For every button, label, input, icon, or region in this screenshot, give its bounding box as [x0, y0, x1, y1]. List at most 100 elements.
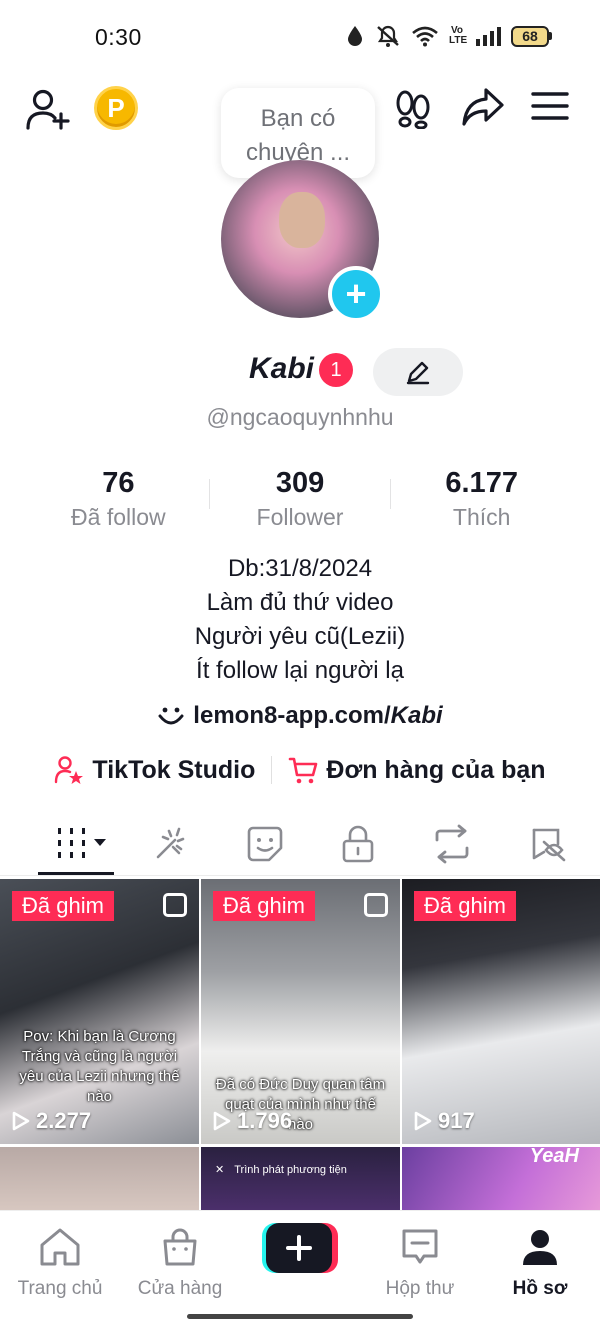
view-count: 2.277 — [12, 1108, 91, 1134]
mute-icon — [377, 25, 399, 47]
stat-followers[interactable]: 309 Follower — [210, 467, 391, 533]
stat-following[interactable]: 76 Đã follow — [28, 467, 209, 533]
nav-profile[interactable]: Hồ sơ — [480, 1227, 600, 1300]
nav-profile-label: Hồ sơ — [512, 1278, 568, 1299]
link-text: lemon8-app.com/ — [193, 702, 391, 729]
bio: Db:31/8/2024 Làm đủ thứ video Người yêu … — [0, 552, 600, 688]
profile-icon — [523, 1230, 557, 1265]
nav-shop[interactable]: Cửa hàng — [120, 1227, 240, 1300]
tiktok-studio-label: TikTok Studio — [92, 755, 256, 784]
view-count-value: 1.796 — [237, 1108, 293, 1133]
notification-badge[interactable]: 1 — [319, 353, 353, 387]
repost-arrows-icon — [435, 824, 469, 864]
view-count-value: 917 — [438, 1108, 475, 1133]
multi-item-icon — [364, 893, 388, 917]
bio-line: Db:31/8/2024 — [227, 555, 373, 582]
cart-icon — [289, 757, 318, 784]
video-thumbnail[interactable]: Đã ghim 917 — [402, 879, 600, 1144]
signal-icon — [476, 27, 501, 46]
private-icon — [342, 825, 374, 863]
video-thumbnail[interactable] — [0, 1147, 199, 1210]
volte-icon: Vo LTE — [449, 25, 468, 46]
stat-value: 76 — [102, 467, 135, 499]
quick-divider — [271, 756, 273, 784]
tab-favorites[interactable] — [235, 820, 295, 868]
name-row: Kabi 1 — [0, 348, 600, 398]
menu-icon[interactable] — [528, 86, 572, 126]
stat-label: Đã follow — [71, 504, 166, 530]
studio-user-star-icon — [55, 756, 84, 784]
tab-private[interactable] — [328, 820, 388, 868]
create-plus-icon — [262, 1223, 338, 1273]
edit-profile-button[interactable] — [373, 348, 463, 396]
view-count: 1.796 — [213, 1108, 292, 1134]
tab-reposts[interactable] — [140, 820, 200, 868]
reposts-icon — [156, 827, 185, 859]
play-icon — [414, 1111, 432, 1131]
close-icon: ✕ — [215, 1164, 225, 1176]
add-story-button[interactable]: + — [328, 266, 384, 322]
bio-line: Người yêu cũ(Lezii) — [194, 623, 406, 650]
status-bar: 0:30 Vo LTE 68 — [0, 0, 600, 76]
view-count-value: 2.277 — [36, 1108, 92, 1133]
coin-icon[interactable]: P — [94, 86, 138, 130]
footprints-icon[interactable] — [392, 86, 434, 132]
create-button[interactable] — [262, 1223, 338, 1273]
tiktok-studio-link[interactable]: TikTok Studio — [54, 755, 255, 785]
tab-repost-arrows[interactable] — [422, 820, 482, 868]
videos-grid-icon — [58, 828, 106, 858]
nav-inbox-label: Hộp thư — [385, 1278, 455, 1299]
play-icon — [12, 1111, 30, 1131]
battery-icon: 68 — [511, 25, 552, 47]
stat-label: Follower — [256, 504, 344, 530]
tab-liked[interactable] — [518, 820, 578, 868]
view-count: 917 — [414, 1108, 475, 1134]
wifi-icon — [412, 26, 438, 47]
orders-label: Đơn hàng của bạn — [326, 755, 546, 784]
nav-shop-label: Cửa hàng — [137, 1278, 223, 1299]
status-time: 0:30 — [95, 24, 142, 50]
video-caption: Pov: Khi bạn là Cương Trắng và cũng là n… — [19, 1028, 180, 1105]
liked-icon — [532, 828, 566, 862]
favorites-icon — [247, 826, 283, 862]
video-thumbnail[interactable]: Đã ghim Đã có Đức Duy quan tâm quạt của … — [201, 879, 400, 1144]
play-icon — [213, 1111, 231, 1131]
nickname: Kabi — [249, 352, 315, 385]
tab-videos[interactable] — [52, 820, 112, 868]
bio-line: Làm đủ thứ video — [206, 589, 394, 616]
link-text-suffix: Kabi — [390, 702, 443, 729]
nav-home-label: Trang chủ — [17, 1278, 103, 1299]
share-icon[interactable] — [460, 84, 506, 130]
shopping-bag-icon — [163, 1228, 197, 1266]
home-icon — [40, 1228, 80, 1266]
pinned-label: Đã ghim — [414, 891, 516, 921]
coin-letter: P — [94, 86, 138, 130]
pinned-label: Đã ghim — [213, 891, 315, 921]
username: @ngcaoquynhnhu — [206, 404, 394, 430]
nav-home[interactable]: Trang chủ — [0, 1227, 120, 1300]
media-player-text: Trình phát phương tiện — [234, 1163, 347, 1176]
pinned-label: Đã ghim — [12, 891, 114, 921]
nav-inbox[interactable]: Hộp thư — [360, 1227, 480, 1300]
stat-likes[interactable]: 6.177 Thích — [391, 467, 572, 533]
multi-item-icon — [163, 893, 187, 917]
orders-link[interactable]: Đơn hàng của bạn — [288, 755, 546, 785]
video-thumbnail[interactable]: YeaH — [402, 1147, 600, 1210]
content-tabs — [0, 812, 600, 876]
stat-value: 309 — [275, 467, 325, 499]
avatar-face — [279, 192, 325, 248]
video-thumbnail[interactable]: Đã ghim Pov: Khi bạn là Cương Trắng và c… — [0, 879, 199, 1144]
pencil-icon — [406, 361, 430, 385]
video-thumbnail[interactable]: ✕ Trình phát phương tiện — [201, 1147, 400, 1210]
inbox-icon — [402, 1229, 438, 1264]
bio-line: Ít follow lại người lạ — [196, 657, 404, 684]
bio-link[interactable]: lemon8-app.com/Kabi — [0, 702, 600, 730]
data-saver-icon — [348, 26, 362, 46]
link-smile-icon — [158, 707, 184, 725]
active-tab-indicator — [38, 872, 114, 875]
stat-value: 6.177 — [445, 467, 518, 499]
status-icons: Vo LTE 68 — [345, 24, 552, 48]
video-overlay-text: YeaH — [529, 1147, 579, 1167]
home-indicator — [187, 1314, 413, 1319]
add-friend-icon[interactable] — [24, 86, 72, 134]
